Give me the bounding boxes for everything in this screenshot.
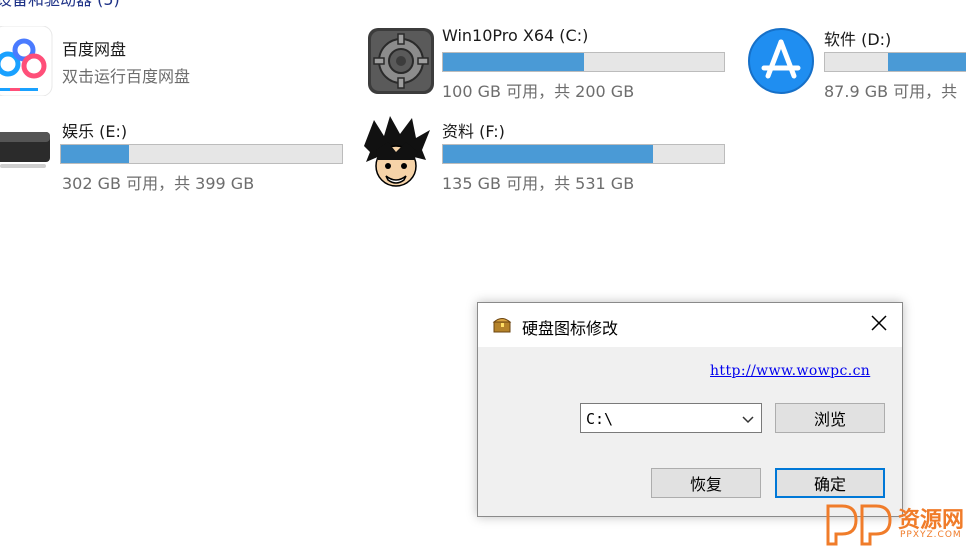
close-button[interactable] (856, 303, 902, 347)
drive-select-value: C:\ (586, 410, 614, 428)
drive-name: 娱乐 (E:) (62, 122, 128, 141)
drive-name: Win10Pro X64 (C:) (442, 26, 589, 45)
chevron-down-icon (741, 412, 755, 431)
drive-usage-fill (443, 53, 584, 71)
goku-avatar-icon (360, 116, 432, 190)
drive-space-text: 302 GB 可用，共 399 GB (62, 174, 255, 193)
drive-subtitle: 双击运行百度网盘 (62, 67, 191, 86)
hard-disk-icon (0, 126, 54, 172)
drive-space-text: 87.9 GB 可用，共 (824, 82, 958, 101)
drive-item-baidu[interactable]: 百度网盘 双击运行百度网盘 (0, 24, 330, 104)
dialog-titlebar[interactable]: 硬盘图标修改 (478, 303, 902, 347)
baidu-netdisk-icon (0, 25, 54, 97)
site-watermark: 资源网 PPXYZ.COM (826, 500, 966, 546)
drive-item-f[interactable]: 资料 (F:) 135 GB 可用，共 531 GB (360, 112, 740, 193)
drive-space-text: 135 GB 可用，共 531 GB (442, 174, 635, 193)
ok-button[interactable]: 确定 (775, 468, 885, 498)
drive-usage-fill (61, 145, 130, 163)
treasure-chest-icon (492, 315, 512, 339)
drive-usage-fill (888, 53, 966, 71)
drive-usage-bar (60, 144, 343, 164)
drive-usage-bar (824, 52, 966, 72)
close-icon (871, 315, 887, 335)
drive-name: 软件 (D:) (824, 30, 892, 49)
drive-usage-bar (442, 52, 725, 72)
drive-item-d[interactable]: 软件 (D:) 87.9 GB 可用，共 (746, 24, 966, 104)
app-store-icon (748, 28, 814, 94)
drive-usage-bar (442, 144, 725, 164)
drive-space-text: 100 GB 可用，共 200 GB (442, 82, 635, 101)
drive-name: 百度网盘 (62, 40, 127, 59)
watermark-domain: PPXYZ.COM (900, 530, 962, 540)
drive-select[interactable]: C:\ (580, 403, 762, 433)
website-link[interactable]: http://www.wowpc.cn (710, 363, 870, 379)
dialog-title: 硬盘图标修改 (522, 319, 619, 338)
drive-usage-fill (443, 145, 653, 163)
section-header: 设备和驱动器 (5) (0, 0, 120, 10)
restore-button[interactable]: 恢复 (651, 468, 761, 498)
drive-name: 资料 (F:) (442, 122, 505, 141)
gear-drive-icon (368, 28, 434, 94)
drive-item-c[interactable]: Win10Pro X64 (C:) 100 GB 可用，共 200 GB (364, 24, 734, 104)
drive-item-e[interactable]: 娱乐 (E:) 302 GB 可用，共 399 GB (0, 112, 350, 193)
browse-button[interactable]: 浏览 (775, 403, 885, 433)
icon-change-dialog: 硬盘图标修改 http://www.wowpc.cn C:\ 浏览 恢复 确定 (477, 302, 903, 517)
